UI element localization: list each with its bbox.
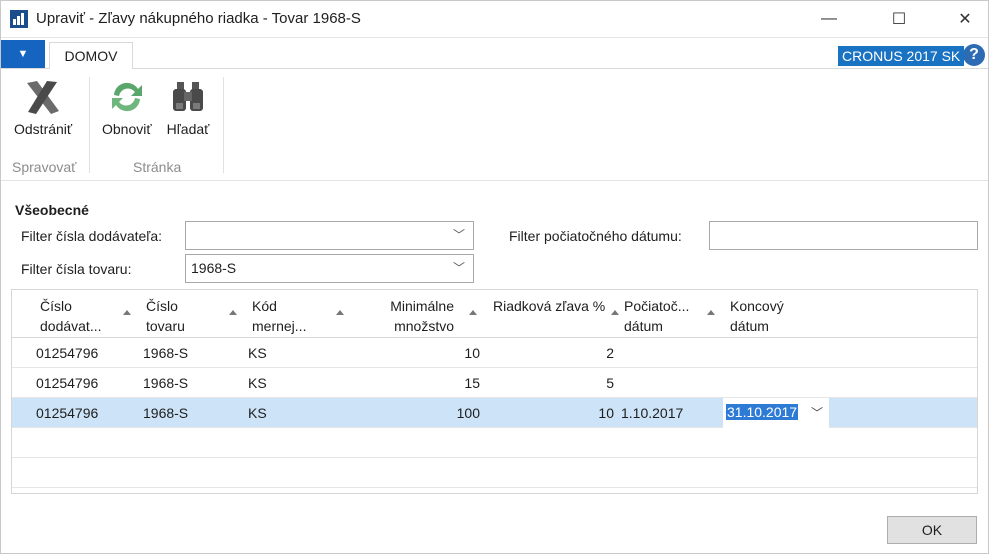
find-button[interactable]: Hľadať [166,75,210,137]
table-row-empty[interactable] [12,458,977,488]
cell-uom[interactable]: KS [248,345,267,361]
cell-discount[interactable]: 5 [552,375,614,391]
table-row[interactable]: 01254796 1968-S KS 10 2 [12,338,977,368]
sort-arrow-icon [469,310,477,315]
sort-arrow-icon [611,310,619,315]
section-title-general: Všeobecné [15,202,89,218]
table-row-empty[interactable] [12,428,977,458]
item-filter-field[interactable]: 1968-S ﹀ [185,254,474,283]
tab-domov[interactable]: DOMOV [49,42,133,70]
sort-arrow-icon [123,310,131,315]
table-row-selected[interactable]: 01254796 1968-S KS 100 10 1.10.2017 31.1… [12,398,977,428]
column-header-item-no[interactable]: Číslo tovaru [146,296,185,336]
app-menu-button[interactable]: ▼ [1,40,45,68]
sort-arrow-icon [229,310,237,315]
minimize-button[interactable]: — [806,0,852,38]
cell-min-qty[interactable]: 10 [412,345,480,361]
column-header-discount[interactable]: Riadková zľava % [493,296,605,316]
group-separator [89,77,90,173]
column-header-uom[interactable]: Kód mernej... [252,296,306,336]
end-date-edit-field[interactable]: 31.10.2017 ﹀ [723,398,829,428]
maximize-icon: ☐ [891,11,907,28]
item-filter-label: Filter čísla tovaru: [21,261,132,277]
group-label-page: Stránka [133,159,182,175]
cell-vendor-no[interactable]: 01254796 [36,375,98,391]
end-date-selected-text[interactable]: 31.10.2017 [726,404,799,420]
discount-lines-grid: Číslo dodávat... Číslo tovaru Kód mernej...… [11,289,978,494]
cell-item-no[interactable]: 1968-S [143,345,188,361]
cell-discount[interactable]: 10 [552,405,614,421]
cell-min-qty[interactable]: 100 [412,405,480,421]
close-icon: ✕ [958,11,972,28]
cell-uom[interactable]: KS [248,375,267,391]
refresh-icon [105,75,149,119]
ribbon-tab-row: ▼ DOMOV CRONUS 2017 SK ? [0,38,989,70]
help-icon[interactable]: ? [963,44,985,66]
sort-arrow-icon [707,310,715,315]
start-date-filter-field[interactable] [709,221,978,250]
triangle-down-icon: ▼ [17,48,29,60]
cell-min-qty[interactable]: 15 [412,375,480,391]
find-button-label: Hľadať [166,121,210,137]
chevron-down-icon[interactable]: ﹀ [453,222,465,249]
app-logo-icon [10,10,28,28]
sort-arrow-icon [336,310,344,315]
column-header-start-date[interactable]: Počiatoč... dátum [624,296,689,336]
maximize-button[interactable]: ☐ [876,0,922,38]
cell-start-date[interactable]: 1.10.2017 [621,405,683,421]
group-separator [223,77,224,173]
cell-vendor-no[interactable]: 01254796 [36,405,98,421]
cell-uom[interactable]: KS [248,405,267,421]
title-bar: Upraviť - Zľavy nákupného riadka - Tovar… [0,0,989,38]
ok-button[interactable]: OK [887,516,977,544]
refresh-button[interactable]: Obnoviť [102,75,152,137]
close-button[interactable]: ✕ [942,0,988,38]
column-header-vendor-no[interactable]: Číslo dodávat... [40,296,102,336]
ribbon: Odstrániť Obnoviť Hľadať Spravovať Strán… [0,69,989,181]
cell-item-no[interactable]: 1968-S [143,375,188,391]
chevron-down-icon[interactable]: ﹀ [453,255,465,282]
delete-button[interactable]: Odstrániť [14,75,72,137]
column-header-end-date[interactable]: Koncový dátum [730,296,784,336]
cell-discount[interactable]: 2 [552,345,614,361]
column-header-min-qty[interactable]: Minimálne množstvo [362,296,454,336]
vendor-filter-label: Filter čísla dodávateľa: [21,228,163,244]
refresh-button-label: Obnoviť [102,121,152,137]
window-title: Upraviť - Zľavy nákupného riadka - Tovar… [36,10,361,27]
vendor-filter-field[interactable]: ﹀ [185,221,474,250]
start-date-filter-label: Filter počiatočného dátumu: [509,228,682,244]
cell-item-no[interactable]: 1968-S [143,405,188,421]
chevron-down-icon[interactable]: ﹀ [811,404,823,421]
binoculars-icon [166,75,210,119]
group-label-manage: Spravovať [12,159,77,175]
grid-header: Číslo dodávat... Číslo tovaru Kód mernej...… [12,290,977,338]
company-badge: CRONUS 2017 SK [838,46,965,66]
delete-x-icon [21,75,65,119]
minimize-icon: — [821,10,837,27]
delete-button-label: Odstrániť [14,121,73,137]
table-row[interactable]: 01254796 1968-S KS 15 5 [12,368,977,398]
cell-vendor-no[interactable]: 01254796 [36,345,98,361]
item-filter-value: 1968-S [191,260,237,276]
